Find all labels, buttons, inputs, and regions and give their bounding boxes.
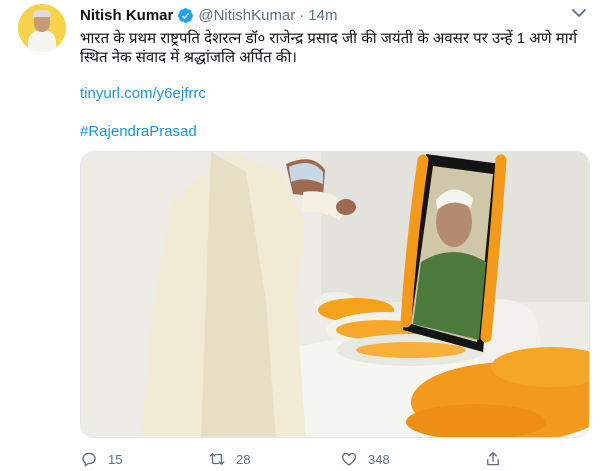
retweet-count: 28 xyxy=(236,451,251,467)
tweet-actions: 15 28 348 xyxy=(80,450,590,468)
reply-count: 15 xyxy=(108,451,123,467)
more-options-icon[interactable] xyxy=(568,6,590,20)
like-icon[interactable] xyxy=(340,450,358,468)
tweet-card[interactable]: Nitish Kumar @NitishKumar · 14m भारत के … xyxy=(0,0,600,471)
tweet-timestamp[interactable]: 14m xyxy=(308,7,337,24)
tweet-header: Nitish Kumar @NitishKumar · 14m xyxy=(80,6,337,24)
verified-badge-icon xyxy=(178,7,194,23)
like-action[interactable]: 348 xyxy=(340,450,390,468)
tweet-hashtag[interactable]: #RajendraPrasad xyxy=(80,123,197,140)
author-name[interactable]: Nitish Kumar xyxy=(80,7,173,24)
retweet-icon[interactable] xyxy=(208,450,226,468)
tweet-photo[interactable] xyxy=(80,151,590,438)
photo-scene xyxy=(81,152,589,437)
author-handle[interactable]: @NitishKumar xyxy=(198,7,295,24)
portrait-frame xyxy=(400,154,507,352)
like-count: 348 xyxy=(368,451,390,467)
separator-dot: · xyxy=(299,6,305,24)
retweet-action[interactable]: 28 xyxy=(208,450,250,468)
share-action[interactable] xyxy=(484,450,502,468)
reply-icon[interactable] xyxy=(80,450,98,468)
avatar[interactable] xyxy=(18,4,66,52)
tweet-text: भारत के प्रथम राष्ट्रपति देशरत्न डॉ० राज… xyxy=(80,30,578,66)
reply-action[interactable]: 15 xyxy=(80,450,122,468)
share-icon[interactable] xyxy=(484,450,502,468)
avatar-hair xyxy=(33,10,51,17)
tweet-link[interactable]: tinyurl.com/y6ejfrrc xyxy=(80,85,206,102)
avatar-shirt xyxy=(28,30,56,52)
